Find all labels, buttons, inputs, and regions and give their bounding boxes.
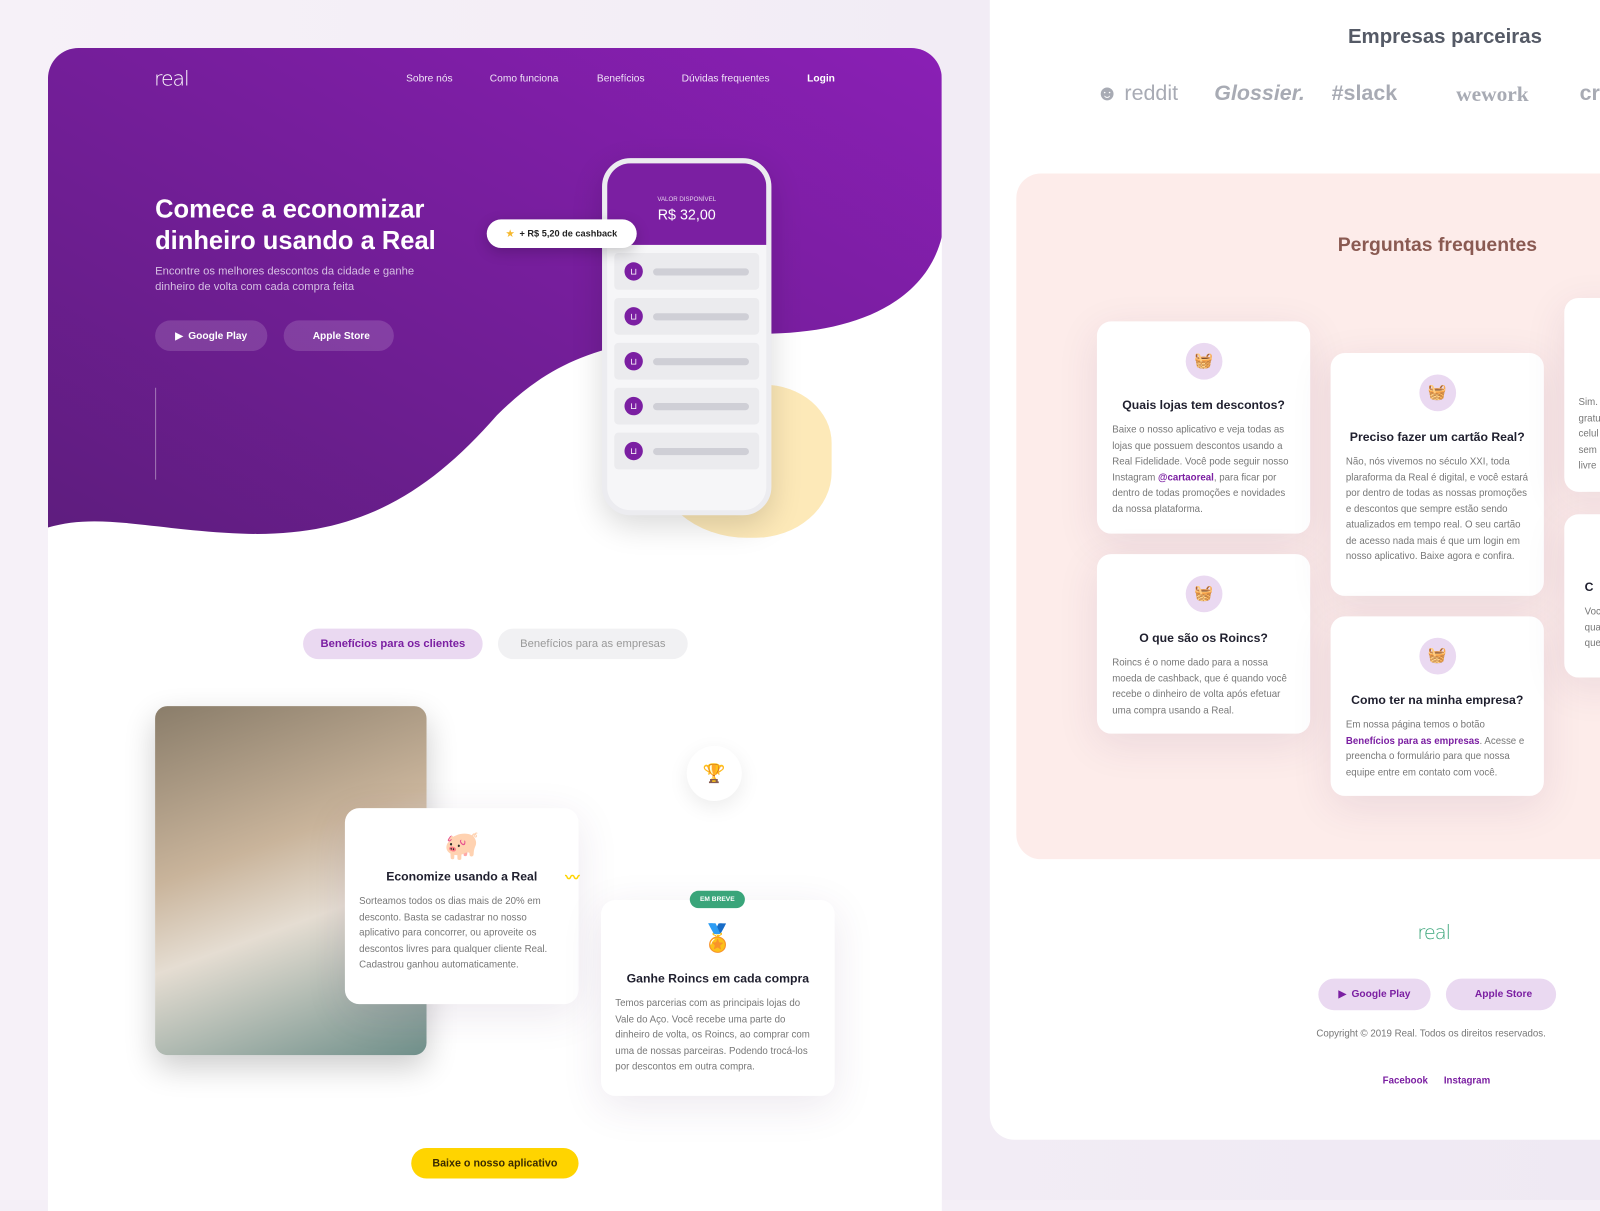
benefit-text: Sorteamos todos os dias mais de 20% em d… xyxy=(359,895,548,971)
faq-answer: Sim. gratu celul sem livre xyxy=(1578,396,1600,472)
google-play-label: Google Play xyxy=(188,330,248,342)
faq-section: Perguntas frequentes 🧺 Quais lojas tem de… xyxy=(1016,173,1600,860)
slack-icon: # xyxy=(1331,81,1344,106)
partner-logo-wework: wework xyxy=(1456,81,1529,107)
benefit-title: Economize usando a Real xyxy=(386,869,538,884)
star-icon: ★ xyxy=(506,228,515,239)
faq-title: Perguntas frequentes xyxy=(1337,234,1538,257)
nav-beneficios[interactable]: Benefícios xyxy=(597,73,645,84)
faq-card[interactable]: 🧺 O que são os Roincs? Roincs é o nome dad… xyxy=(1096,554,1311,734)
tab-empresas[interactable]: Benefícios para as empresas xyxy=(497,628,688,660)
faq-question: Quais lojas tem descontos? xyxy=(1122,397,1285,413)
nav-duvidas[interactable]: Dúvidas frequentes xyxy=(682,73,770,84)
benefit-card: EM BREVE 🏅 Ganhe Roincs em cada compra T… xyxy=(601,890,835,1096)
list-item: ⊔ xyxy=(614,297,760,335)
faq-question: Como ter na minha empresa? xyxy=(1351,692,1524,708)
faq-question: C xyxy=(1584,579,1594,594)
balance-value: R$ 32,00 xyxy=(657,206,716,223)
reddit-icon: ☻ xyxy=(1095,81,1119,106)
faq-answer: Você qual que xyxy=(1584,606,1600,649)
google-play-button[interactable]: ▶ Google Play xyxy=(155,320,268,352)
phone-mockup: VALOR DISPONÍVEL R$ 32,00 ⊔ ⊔ ⊔ ⊔ ⊔ xyxy=(602,158,772,516)
trophy-icon: 🏆 xyxy=(686,745,742,802)
em-breve-badge: EM BREVE xyxy=(689,890,745,909)
partner-logo-glossier: Glossier. xyxy=(1214,81,1305,106)
instagram-footer-link[interactable]: Instagram xyxy=(1444,1076,1490,1087)
basket-icon: ⊔ xyxy=(624,352,643,371)
faq-card-partial[interactable]: Sim. gratu celul sem livre xyxy=(1564,297,1600,492)
facebook-link[interactable]: Facebook xyxy=(1383,1076,1428,1087)
faq-card[interactable]: 🧺 Como ter na minha empresa? Em nossa pági… xyxy=(1330,616,1544,796)
right-panel: Empresas parceiras ☻ reddit Glossier. #s… xyxy=(989,0,1600,1140)
empresas-link[interactable]: Benefícios para as empresas xyxy=(1346,735,1480,746)
benefit-card: 🐖 Economize usando a Real Sorteamos todo… xyxy=(344,808,579,1005)
apple-store-button[interactable]: Apple Store xyxy=(283,320,394,352)
basket-icon: 🧺 xyxy=(1418,374,1456,412)
hero-subtitle: Encontre os melhores descontos da cidade… xyxy=(155,265,415,293)
download-app-button[interactable]: Baixe o nosso aplicativo xyxy=(411,1147,579,1179)
faq-card-partial[interactable]: C Você qual que xyxy=(1564,514,1600,678)
hero-title: Comece a economizar dinheiro usando a Re… xyxy=(155,194,436,256)
faq-answer: Não, nós vivemos no século XXI, toda pla… xyxy=(1345,456,1529,563)
faq-answer: Baixe o nosso aplicativo e veja todas as… xyxy=(1112,424,1289,515)
faq-card[interactable]: 🧺 Quais lojas tem descontos? Baixe o nosso… xyxy=(1096,321,1311,534)
nav-como-funciona[interactable]: Como funciona xyxy=(490,73,559,84)
faq-answer: Roincs é o nome dado para a nossa moeda … xyxy=(1112,657,1287,716)
medal-icon: 🏅 xyxy=(701,922,735,954)
nav-sobre[interactable]: Sobre nós xyxy=(406,73,453,84)
play-icon: ▶ xyxy=(1338,988,1347,1000)
footer-google-play-button[interactable]: ▶ Google Play xyxy=(1318,978,1431,1011)
scroll-down-arrow[interactable] xyxy=(155,387,157,480)
faq-question: O que são os Roincs? xyxy=(1139,630,1268,645)
basket-icon: 🧺 xyxy=(1185,575,1222,613)
apple-store-label: Apple Store xyxy=(312,330,370,342)
logo[interactable]: real xyxy=(154,66,190,90)
basket-icon: 🧺 xyxy=(1185,342,1222,380)
squiggle-decoration: 〰 xyxy=(565,869,580,886)
footer-apple-store-button[interactable]: Apple Store xyxy=(1445,978,1557,1011)
list-item: ⊔ xyxy=(614,432,760,470)
balance-label: VALOR DISPONÍVEL xyxy=(657,196,717,204)
faq-card[interactable]: 🧺 Preciso fazer um cartão Real? Não, nós v… xyxy=(1330,353,1544,596)
basket-icon: ⊔ xyxy=(624,396,643,416)
play-icon: ▶ xyxy=(175,330,184,342)
benefit-text: Temos parcerias com as principais lojas … xyxy=(615,997,810,1073)
partner-logo-slack: #slack xyxy=(1331,81,1398,106)
list-item: ⊔ xyxy=(614,253,760,290)
piggy-bank-icon: 🐖 xyxy=(443,829,480,862)
list-item: ⊔ xyxy=(614,387,760,425)
cashback-text: + R$ 5,20 de cashback xyxy=(519,228,618,239)
instagram-link[interactable]: @cartaoreal xyxy=(1158,472,1214,483)
cashback-toast: ★ + R$ 5,20 de cashback xyxy=(486,219,637,248)
partner-logo-cr: cr xyxy=(1579,81,1600,106)
partner-logo-reddit: ☻ reddit xyxy=(1095,81,1179,106)
basket-icon: 🧺 xyxy=(1418,637,1456,675)
page: real Sobre nós Como funciona Benefícios … xyxy=(0,0,1600,1211)
tab-clientes[interactable]: Benefícios para os clientes xyxy=(303,628,483,660)
nav-login[interactable]: Login xyxy=(807,73,835,84)
faq-answer: Em nossa página temos o botão Benefícios… xyxy=(1345,719,1525,779)
basket-icon: ⊔ xyxy=(624,441,643,461)
faq-question: Preciso fazer um cartão Real? xyxy=(1349,429,1525,444)
list-item: ⊔ xyxy=(614,342,760,380)
partners-title: Empresas parceiras xyxy=(1347,25,1542,48)
landing-page: real Sobre nós Como funciona Benefícios … xyxy=(47,47,942,1211)
basket-icon: ⊔ xyxy=(624,262,643,281)
basket-icon: ⊔ xyxy=(624,307,643,326)
footer-logo: real xyxy=(1417,921,1451,944)
benefit-title: Ganhe Roincs em cada compra xyxy=(626,971,810,986)
copyright: Copyright © 2019 Real. Todos os direitos… xyxy=(1316,1028,1546,1040)
